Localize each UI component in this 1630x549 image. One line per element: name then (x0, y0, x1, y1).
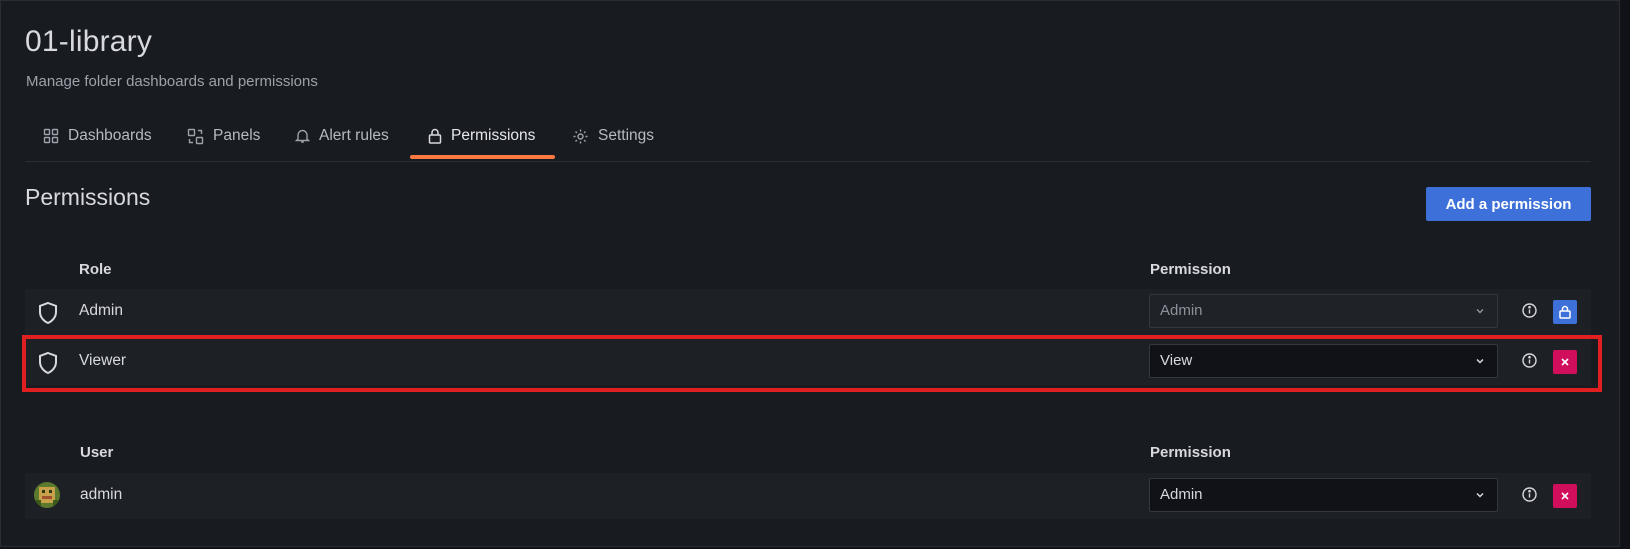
page-title: 01-library (25, 25, 153, 58)
info-icon[interactable] (1521, 302, 1538, 319)
permission-value: Admin (1160, 302, 1203, 319)
info-icon[interactable] (1521, 352, 1538, 369)
info-icon[interactable] (1521, 486, 1538, 503)
remove-permission-button[interactable] (1553, 484, 1577, 508)
library-panel-icon (187, 128, 204, 144)
role-name: Viewer (79, 352, 127, 369)
col-header-permission: Permission (1150, 444, 1231, 461)
add-permission-button[interactable]: Add a permission (1426, 187, 1591, 221)
lock-icon (1559, 305, 1571, 319)
user-name: admin (80, 486, 123, 503)
close-icon (1561, 492, 1569, 500)
tab-settings[interactable]: Settings (572, 113, 654, 159)
table-row: Viewer View (25, 339, 1591, 385)
section-title: Permissions (25, 184, 151, 210)
col-header-role: Role (79, 261, 112, 278)
active-tab-indicator (410, 155, 555, 159)
cog-icon (573, 129, 588, 143)
col-header-permission: Permission (1150, 261, 1231, 278)
tab-label: Permissions (451, 127, 536, 144)
apps-icon (43, 128, 59, 144)
table-row: Admin Admin (25, 289, 1591, 335)
avatar (34, 482, 60, 508)
tab-bar: Dashboards Panels Alert rules Permission… (25, 113, 1591, 162)
tab-alert-rules[interactable]: Alert rules (295, 113, 389, 159)
permission-select[interactable]: View (1149, 344, 1498, 378)
permission-value: View (1160, 352, 1193, 369)
col-header-user: User (80, 444, 114, 461)
close-icon (1561, 358, 1569, 366)
folder-page: 01-library Manage folder dashboards and … (0, 0, 1620, 547)
page-subtitle: Manage folder dashboards and permissions (26, 73, 318, 90)
tab-permissions[interactable]: Permissions (428, 113, 535, 159)
tab-dashboards[interactable]: Dashboards (43, 113, 152, 159)
permission-select[interactable]: Admin (1149, 478, 1498, 512)
role-name: Admin (79, 302, 123, 319)
chevron-down-icon (1476, 358, 1484, 364)
permission-select: Admin (1149, 294, 1498, 328)
chevron-down-icon (1476, 308, 1484, 314)
tab-label: Settings (598, 127, 655, 144)
bell-icon (295, 129, 310, 143)
shield-icon (39, 301, 57, 325)
permission-value: Admin (1160, 486, 1203, 503)
tab-panels[interactable]: Panels (187, 113, 260, 159)
tab-label: Panels (213, 127, 261, 144)
tab-label: Dashboards (68, 127, 152, 144)
chevron-down-icon (1476, 492, 1484, 498)
locked-permission-button[interactable] (1553, 300, 1577, 324)
lock-icon (428, 128, 442, 144)
tab-label: Alert rules (319, 127, 389, 144)
table-row: admin Admin (25, 473, 1591, 519)
remove-permission-button[interactable] (1553, 350, 1577, 374)
shield-icon (39, 351, 57, 375)
